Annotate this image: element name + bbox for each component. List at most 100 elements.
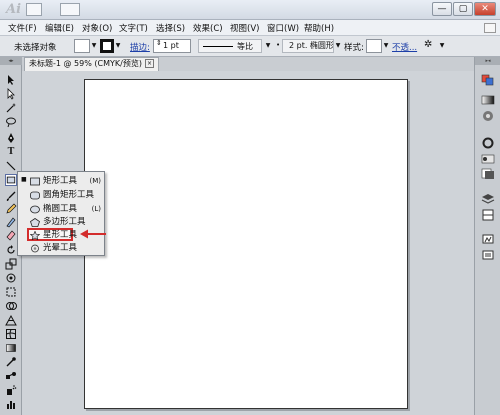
rectangle-tool-icon[interactable] <box>5 174 17 186</box>
shape-tools-flyout: ■ 矩形工具 (M) 圆角矩形工具 椭圆工具 (L) 多边形工具 星形工具 光晕… <box>17 171 105 256</box>
menu-bar: 文件(F) 编辑(E) 对象(O) 文字(T) 选择(S) 效果(C) 视图(V… <box>0 20 500 36</box>
pencil-tool-icon[interactable] <box>5 203 17 215</box>
eraser-tool-icon[interactable] <box>5 229 17 241</box>
type-tool-icon[interactable]: T <box>5 146 17 158</box>
flyout-item-rounded-rectangle[interactable]: 圆角矩形工具 <box>28 189 104 202</box>
fill-swatch[interactable] <box>74 39 90 53</box>
flyout-item-ellipse[interactable]: 椭圆工具 (L) <box>28 203 104 216</box>
menu-effect[interactable]: 效果(C) <box>193 22 223 34</box>
selection-status: 未选择对象 <box>14 43 57 53</box>
artboards-panel-icon[interactable] <box>481 209 495 221</box>
bridge-icon[interactable] <box>26 3 42 16</box>
fill-dropdown-icon[interactable]: ▼ <box>90 39 98 53</box>
flyout-item-label: 椭圆工具 <box>43 204 78 214</box>
rectangle-icon <box>30 177 40 186</box>
perspective-grid-tool-icon[interactable] <box>5 314 17 326</box>
symbol-sprayer-tool-icon[interactable] <box>5 384 17 396</box>
menu-object[interactable]: 对象(O) <box>82 22 112 34</box>
stroke-profile-select[interactable]: 等比 <box>198 39 262 53</box>
style-swatch[interactable] <box>366 39 382 53</box>
brush-definition[interactable]: 2 pt. 椭圆形 <box>282 39 334 53</box>
menu-type[interactable]: 文字(T) <box>119 22 148 34</box>
mesh-tool-icon[interactable] <box>5 328 17 340</box>
stroke-weight-stepper[interactable]: ⇕ <box>156 39 162 47</box>
eyedropper-tool-icon[interactable] <box>5 356 17 368</box>
stroke-link[interactable]: 描边: <box>130 41 150 53</box>
flyout-item-shortcut: (L) <box>91 205 101 213</box>
rotate-tool-icon[interactable] <box>5 244 17 256</box>
rounded-rectangle-icon <box>30 191 40 200</box>
gradient-panel-icon[interactable] <box>481 153 495 165</box>
style-label: 样式: <box>344 43 364 53</box>
polygon-icon <box>30 218 40 227</box>
swatches-panel-icon[interactable] <box>481 94 495 106</box>
free-transform-tool-icon[interactable] <box>5 286 17 298</box>
recolor-dropdown-icon[interactable]: ▼ <box>438 39 446 53</box>
magic-wand-tool-icon[interactable] <box>5 102 17 114</box>
lasso-tool-icon[interactable] <box>5 116 17 128</box>
tab-close-icon[interactable]: × <box>144 59 154 68</box>
color-panel-icon[interactable] <box>481 74 495 86</box>
right-panel-dock: ▸◂ <box>474 57 500 415</box>
flyout-item-label: 圆角矩形工具 <box>43 190 95 200</box>
flyout-item-label: 光晕工具 <box>43 243 78 253</box>
stroke-swatch[interactable] <box>100 39 114 53</box>
flyout-item-rectangle[interactable]: 矩形工具 (M) <box>28 175 104 188</box>
restore-button[interactable]: ▢ <box>453 2 473 16</box>
close-button[interactable]: ✕ <box>474 2 496 16</box>
brush-dot-icon: • <box>276 41 281 49</box>
document-tab[interactable]: 未标题-1 @ 59% (CMYK/预览) × <box>24 57 159 71</box>
arrange-documents-icon[interactable] <box>60 3 80 16</box>
stroke-dropdown-icon[interactable]: ▼ <box>114 39 122 53</box>
style-dropdown-icon[interactable]: ▼ <box>382 39 390 53</box>
annotation-arrow-icon <box>80 229 106 239</box>
opacity-link[interactable]: 不透... <box>392 41 417 53</box>
menu-help[interactable]: 帮助(H) <box>304 22 334 34</box>
menu-file[interactable]: 文件(F) <box>8 22 37 34</box>
menu-window[interactable]: 窗口(W) <box>267 22 299 34</box>
line-tool-icon[interactable] <box>5 160 17 172</box>
transparency-panel-icon[interactable] <box>481 168 495 180</box>
document-tab-bar: 未标题-1 @ 59% (CMYK/预览) × <box>22 57 474 71</box>
flyout-item-label: 星形工具 <box>43 230 78 240</box>
stroke-line-preview <box>203 46 233 47</box>
blob-brush-tool-icon[interactable] <box>5 216 17 228</box>
direct-selection-tool-icon[interactable] <box>5 88 17 100</box>
blend-tool-icon[interactable] <box>5 370 17 382</box>
dock-grip[interactable]: ▸◂ <box>475 57 500 65</box>
star-icon <box>30 231 40 240</box>
minimize-button[interactable]: — <box>432 2 452 16</box>
brushes-panel-icon[interactable] <box>481 110 495 122</box>
flyout-item-star[interactable]: 星形工具 <box>27 228 77 241</box>
selection-tool-icon[interactable] <box>5 74 17 86</box>
app-logo: Ai <box>6 2 22 17</box>
layers-panel-icon[interactable] <box>481 193 495 205</box>
pen-tool-icon[interactable] <box>5 132 17 144</box>
shape-builder-tool-icon[interactable] <box>5 300 17 312</box>
stroke-panel-icon[interactable] <box>481 137 495 149</box>
artboard[interactable] <box>84 79 408 409</box>
symbols-panel-icon[interactable] <box>481 233 495 245</box>
gradient-tool-icon[interactable] <box>5 342 17 354</box>
brush-dropdown-icon[interactable]: ▼ <box>334 39 342 53</box>
panel-grip[interactable]: ◂▸ <box>0 57 22 65</box>
document-tab-title: 未标题-1 @ 59% (CMYK/预览) <box>29 59 142 68</box>
menu-edit[interactable]: 编辑(E) <box>45 22 74 34</box>
warp-tool-icon[interactable] <box>5 272 17 284</box>
panel-toggle-icon[interactable] <box>484 23 496 33</box>
menu-view[interactable]: 视图(V) <box>230 22 259 34</box>
flyout-indicator-icon: ■ <box>21 176 27 183</box>
flyout-item-shortcut: (M) <box>89 177 101 185</box>
flyout-item-flare[interactable]: 光晕工具 <box>28 242 104 255</box>
column-graph-tool-icon[interactable] <box>5 398 17 410</box>
title-bar: Ai — ▢ ✕ <box>0 0 500 20</box>
menu-select[interactable]: 选择(S) <box>156 22 185 34</box>
graphic-styles-panel-icon[interactable] <box>481 249 495 261</box>
profile-dropdown-icon[interactable]: ▼ <box>264 39 272 53</box>
scale-tool-icon[interactable] <box>5 258 17 270</box>
recolor-icon[interactable]: ✲ <box>424 39 432 50</box>
paintbrush-tool-icon[interactable] <box>5 190 17 202</box>
control-bar: 未选择对象 ▼ ▼ 描边: 1 pt ⇕ 等比 ▼ • 2 pt. 椭圆形 ▼ … <box>0 36 500 57</box>
flyout-item-label: 矩形工具 <box>43 176 78 186</box>
flare-icon <box>31 244 39 253</box>
